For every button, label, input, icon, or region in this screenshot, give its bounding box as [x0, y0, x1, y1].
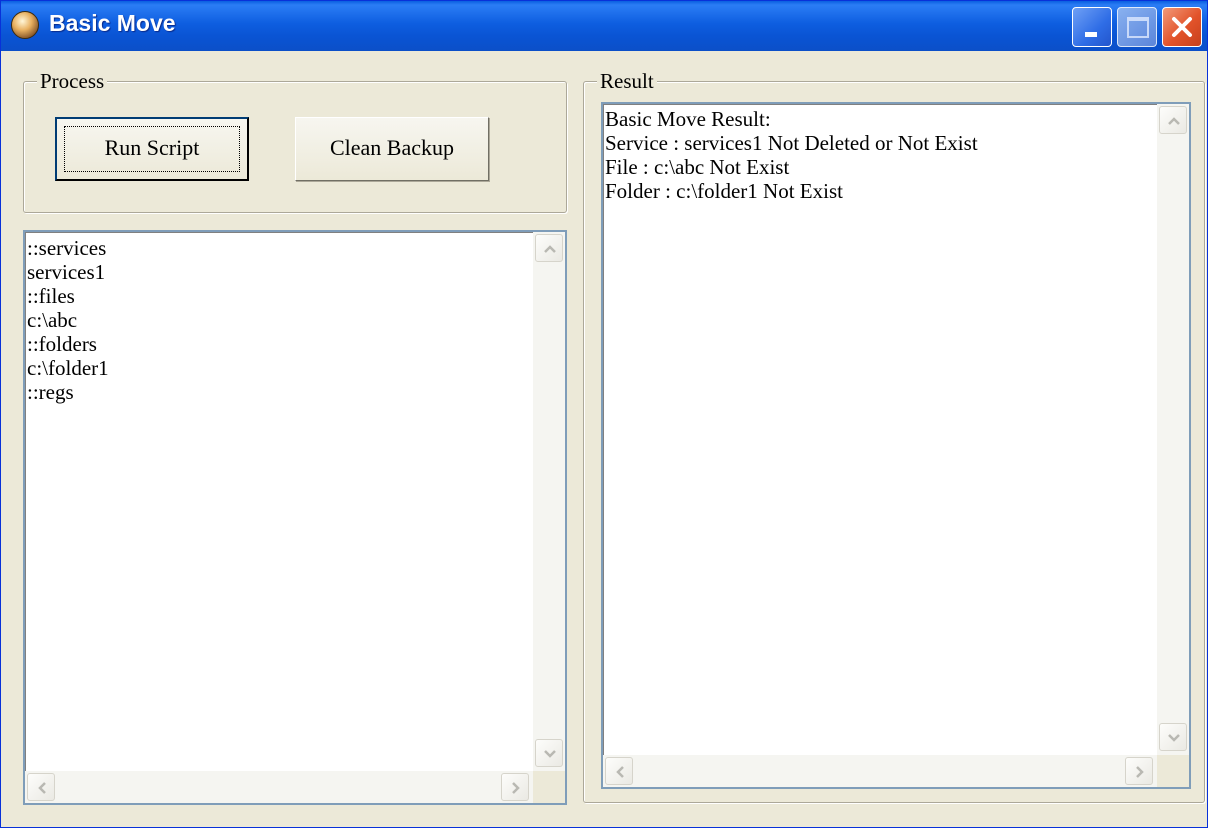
- chevron-right-icon: [512, 782, 520, 794]
- chevron-right-icon: [1136, 766, 1144, 778]
- result-vertical-scrollbar[interactable]: [1157, 104, 1189, 755]
- script-textarea[interactable]: ::services services1 ::files c:\abc ::fo…: [23, 230, 567, 805]
- maximize-icon: [1127, 17, 1149, 38]
- minimize-icon: [1085, 32, 1097, 37]
- process-groupbox: Process Run Script Clean Backup: [23, 69, 567, 213]
- script-vertical-scrollbar[interactable]: [533, 232, 565, 771]
- maximize-button[interactable]: [1117, 7, 1157, 47]
- close-button[interactable]: [1162, 7, 1202, 47]
- chevron-down-icon: [1168, 734, 1180, 742]
- scroll-up-button[interactable]: [535, 234, 563, 262]
- app-icon[interactable]: [11, 11, 39, 39]
- result-label: Result: [597, 69, 657, 93]
- size-grip[interactable]: [1157, 755, 1189, 787]
- chevron-up-icon: [544, 245, 556, 253]
- close-icon: [1172, 17, 1192, 37]
- result-horizontal-scrollbar[interactable]: [603, 755, 1157, 787]
- scroll-right-button[interactable]: [1125, 757, 1153, 785]
- result-textarea[interactable]: Basic Move Result: Service : services1 N…: [601, 102, 1191, 789]
- size-grip[interactable]: [533, 771, 565, 803]
- scroll-right-button[interactable]: [501, 773, 529, 801]
- result-groupbox: Result Basic Move Result: Service : serv…: [583, 69, 1205, 803]
- app-window: Basic Move Process Run Script Clean Back…: [0, 0, 1208, 828]
- script-text: ::services services1 ::files c:\abc ::fo…: [27, 236, 109, 404]
- chevron-left-icon: [38, 782, 46, 794]
- scroll-down-button[interactable]: [1159, 723, 1187, 751]
- clean-backup-label: Clean Backup: [329, 135, 455, 160]
- chevron-up-icon: [1168, 117, 1180, 125]
- clean-backup-button[interactable]: Clean Backup: [295, 117, 489, 181]
- process-label: Process: [37, 69, 108, 93]
- chevron-left-icon: [616, 766, 624, 778]
- title-bar[interactable]: Basic Move: [1, 1, 1207, 51]
- result-text: Basic Move Result: Service : services1 N…: [605, 107, 978, 203]
- chevron-down-icon: [544, 750, 556, 758]
- scroll-left-button[interactable]: [605, 757, 633, 785]
- window-title: Basic Move: [49, 10, 176, 36]
- scroll-down-button[interactable]: [535, 739, 563, 767]
- run-script-label: Run Script: [104, 135, 200, 160]
- minimize-button[interactable]: [1072, 7, 1112, 47]
- scroll-left-button[interactable]: [27, 773, 55, 801]
- run-script-button[interactable]: Run Script: [55, 117, 249, 181]
- scroll-up-button[interactable]: [1159, 106, 1187, 134]
- script-horizontal-scrollbar[interactable]: [25, 771, 533, 803]
